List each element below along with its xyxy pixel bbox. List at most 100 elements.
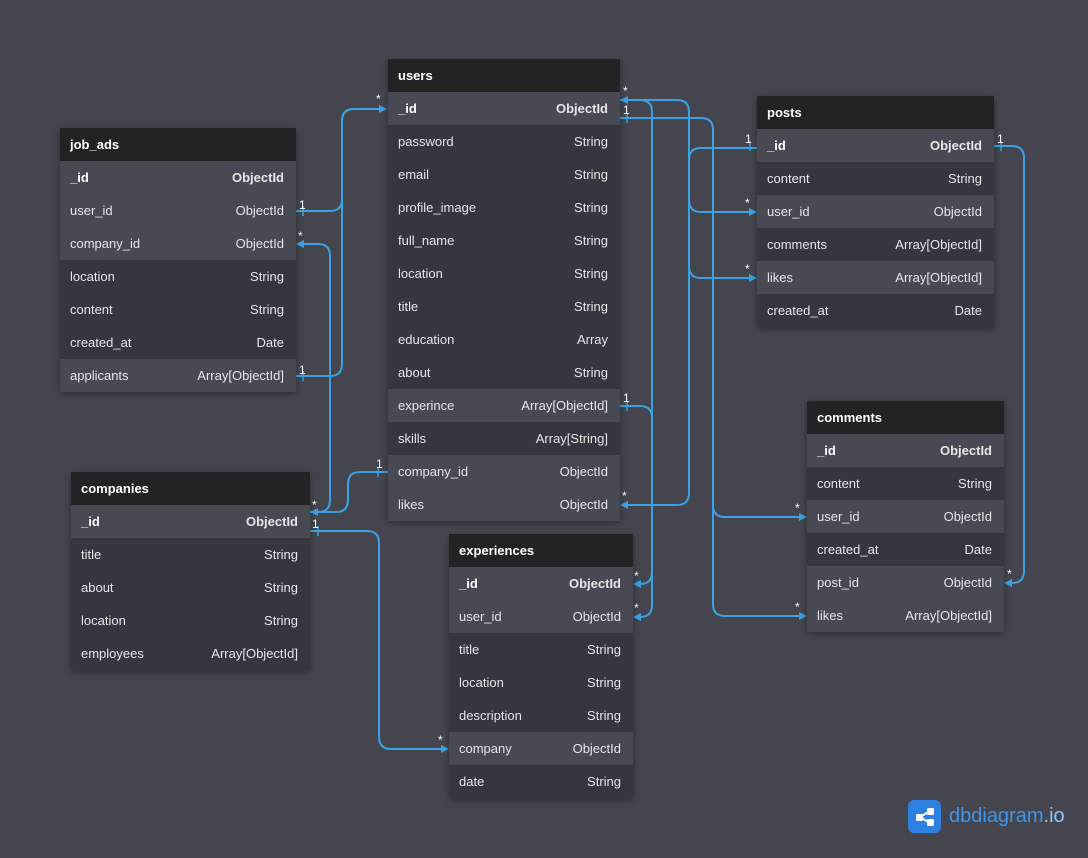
card-label: 1	[312, 517, 319, 531]
field-row-job-ads-company-id[interactable]: company_id ObjectId	[60, 227, 296, 260]
field-row-posts-created-at[interactable]: created_at Date	[757, 294, 994, 327]
field-row-job-ads-content[interactable]: content String	[60, 293, 296, 326]
field-row-posts-comments[interactable]: comments Array[ObjectId]	[757, 228, 994, 261]
field-row-users-location[interactable]: location String	[388, 257, 620, 290]
field-row-posts-content[interactable]: content String	[757, 162, 994, 195]
field-row-job-ads-user-id[interactable]: user_id ObjectId	[60, 194, 296, 227]
table-comments[interactable]: comments _id ObjectId content String user_id…	[807, 401, 1004, 632]
field-type: Array[ObjectId]	[211, 646, 298, 661]
field-row-comments-post-id[interactable]: post_id ObjectId	[807, 566, 1004, 599]
field-row-users-title[interactable]: title String	[388, 290, 620, 323]
card-label: 1	[623, 391, 630, 405]
field-name: location	[459, 675, 504, 690]
field-row-job-ads-applicants[interactable]: applicants Array[ObjectId]	[60, 359, 296, 392]
field-type: ObjectId	[943, 575, 992, 590]
rel-users-id-to-posts-user-branch[interactable]	[688, 199, 754, 213]
field-name: _id	[817, 443, 836, 458]
rel-posts-likes-branch[interactable]	[688, 265, 754, 279]
field-row-job-ads-location[interactable]: location String	[60, 260, 296, 293]
field-row-posts--id[interactable]: _id ObjectId	[757, 129, 994, 162]
field-row-comments-likes[interactable]: likes Array[ObjectId]	[807, 599, 1004, 632]
card-label: *	[622, 489, 627, 503]
field-row-experiences-user-id[interactable]: user_id ObjectId	[449, 600, 633, 633]
field-row-users-experince[interactable]: experince Array[ObjectId]	[388, 389, 620, 422]
field-name: profile_image	[398, 200, 477, 215]
field-row-users-company-id[interactable]: company_id ObjectId	[388, 455, 620, 488]
field-row-users-education[interactable]: education Array	[388, 323, 620, 356]
rel-users-id-to-posts-user[interactable]	[688, 147, 757, 161]
field-row-users-profile-image[interactable]: profile_image String	[388, 191, 620, 224]
field-row-comments--id[interactable]: _id ObjectId	[807, 434, 1004, 467]
field-row-users-password[interactable]: password String	[388, 125, 620, 158]
field-type: ObjectId	[929, 138, 982, 153]
table-header-users[interactable]: users	[388, 59, 620, 92]
field-name: education	[398, 332, 455, 347]
field-row-experiences-location[interactable]: location String	[449, 666, 633, 699]
field-row-users-skills[interactable]: skills Array[String]	[388, 422, 620, 455]
field-row-posts-likes[interactable]: likes Array[ObjectId]	[757, 261, 994, 294]
field-row-experiences--id[interactable]: _id ObjectId	[449, 567, 633, 600]
field-row-experiences-company[interactable]: company ObjectId	[449, 732, 633, 765]
rel-jobads-applicants-to-users-id[interactable]	[296, 108, 384, 377]
field-name: about	[81, 580, 114, 595]
table-companies[interactable]: companies _id ObjectId title String about Str…	[71, 472, 310, 670]
field-name: email	[398, 167, 430, 182]
card-label: 1	[376, 457, 383, 471]
field-type: String	[574, 299, 608, 314]
table-posts[interactable]: posts _id ObjectId content String user_id Obj…	[757, 96, 994, 327]
card-label: *	[438, 733, 443, 747]
field-name: created_at	[817, 542, 879, 557]
field-name: content	[70, 302, 113, 317]
field-name: likes	[398, 497, 425, 512]
rel-users-id-to-users-likes[interactable]	[620, 99, 690, 506]
field-name: post_id	[817, 575, 859, 590]
table-header-companies[interactable]: companies	[71, 472, 310, 505]
field-row-users-likes[interactable]: likes ObjectId	[388, 488, 620, 521]
field-name: likes	[767, 270, 794, 285]
field-type: String	[587, 708, 621, 723]
rel-users-id-to-comments-likes[interactable]	[712, 505, 804, 617]
card-label: 1	[745, 132, 752, 146]
field-row-experiences-title[interactable]: title String	[449, 633, 633, 666]
field-type: ObjectId	[231, 170, 284, 185]
field-row-companies-about[interactable]: about String	[71, 571, 310, 604]
field-name: content	[817, 476, 860, 491]
field-row-users-email[interactable]: email String	[388, 158, 620, 191]
field-name: comments	[767, 237, 827, 252]
field-row-job-ads-created-at[interactable]: created_at Date	[60, 326, 296, 359]
rel-companies-id-to-users-company[interactable]	[310, 471, 388, 513]
field-name: user_id	[459, 609, 502, 624]
field-row-posts-user-id[interactable]: user_id ObjectId	[757, 195, 994, 228]
field-row-companies-title[interactable]: title String	[71, 538, 310, 571]
field-row-comments-created-at[interactable]: created_at Date	[807, 533, 1004, 566]
field-row-users-about[interactable]: about String	[388, 356, 620, 389]
field-type: String	[574, 200, 608, 215]
rel-companies-id-to-experiences-company[interactable]	[310, 530, 446, 750]
table-header-experiences[interactable]: experiences	[449, 534, 633, 567]
field-type: String	[958, 476, 992, 491]
field-row-users--id[interactable]: _id ObjectId	[388, 92, 620, 125]
table-header-posts[interactable]: posts	[757, 96, 994, 129]
table-header-job-ads[interactable]: job_ads	[60, 128, 296, 161]
brand-watermark[interactable]: dbdiagram.io	[908, 800, 1065, 833]
field-row-experiences-description[interactable]: description String	[449, 699, 633, 732]
card-label: *	[634, 601, 639, 615]
field-type: String	[574, 233, 608, 248]
field-type: Array[ObjectId]	[895, 237, 982, 252]
field-row-users-full-name[interactable]: full_name String	[388, 224, 620, 257]
rel-jobads-user-to-users-id[interactable]	[296, 108, 384, 212]
field-row-job-ads--id[interactable]: _id ObjectId	[60, 161, 296, 194]
field-row-comments-user-id[interactable]: user_id ObjectId	[807, 500, 1004, 533]
table-header-comments[interactable]: comments	[807, 401, 1004, 434]
table-experiences[interactable]: experiences _id ObjectId user_id ObjectId ti…	[449, 534, 633, 798]
table-job-ads[interactable]: job_ads _id ObjectId user_id ObjectId compan…	[60, 128, 296, 392]
field-row-experiences-date[interactable]: date String	[449, 765, 633, 798]
field-row-companies-employees[interactable]: employees Array[ObjectId]	[71, 637, 310, 670]
field-row-companies-location[interactable]: location String	[71, 604, 310, 637]
field-row-companies--id[interactable]: _id ObjectId	[71, 505, 310, 538]
field-name: experince	[398, 398, 455, 413]
field-type: ObjectId	[933, 204, 982, 219]
field-type: ObjectId	[939, 443, 992, 458]
field-row-comments-content[interactable]: content String	[807, 467, 1004, 500]
table-users[interactable]: users _id ObjectId password String email Stri…	[388, 59, 620, 521]
